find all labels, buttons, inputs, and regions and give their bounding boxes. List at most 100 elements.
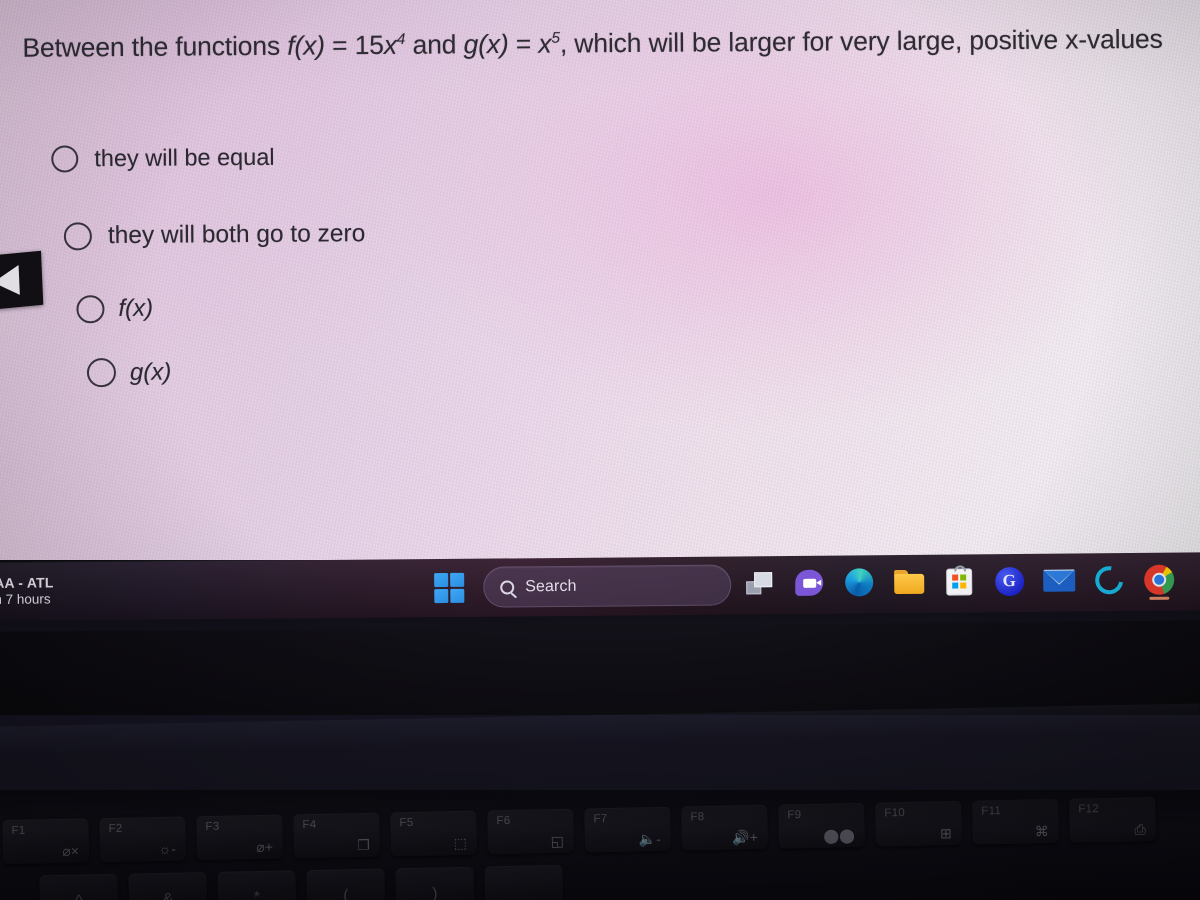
question-suffix: , which will be larger for very large, p… — [559, 23, 1163, 59]
radio-button-gx[interactable] — [86, 358, 117, 388]
key-label: F8 — [690, 811, 705, 824]
answer-option-they-will-be-equal[interactable]: they will be equal — [51, 143, 275, 173]
taskbar-item-file-explorer[interactable] — [892, 561, 926, 603]
function-g-name: g — [463, 29, 479, 60]
blue-badge-icon: G — [994, 566, 1024, 596]
key-glyph-icon: ☼- — [158, 840, 177, 858]
key-label: F11 — [981, 805, 1002, 818]
taskbar-item-mail[interactable] — [1042, 559, 1076, 601]
windows-taskbar: AA - ATL n 7 hours Search — [0, 552, 1200, 621]
laptop-display: Between the functions f(x) = 15x4 and g(… — [0, 0, 1200, 568]
mail-icon — [1043, 569, 1076, 592]
key-label: F10 — [884, 807, 906, 820]
start-tile-2 — [450, 572, 465, 587]
key-label: F6 — [496, 814, 511, 828]
function-g-arg: (x) — [478, 28, 509, 60]
search-placeholder-text: Search — [525, 577, 577, 595]
key-label: F1 — [11, 824, 26, 837]
key-f3[interactable]: F3 ⌀+ — [196, 814, 284, 861]
key-label: F12 — [1078, 803, 1100, 816]
start-button-icon[interactable] — [434, 572, 465, 604]
key-glyph-icon: ^ — [75, 893, 83, 900]
function-g-base: x — [538, 28, 552, 59]
key-f8[interactable]: F8 🔊+ — [681, 804, 769, 851]
taskbar-item-app-blue[interactable]: G — [992, 560, 1026, 602]
key-glyph-icon: ⌘ — [1034, 823, 1049, 840]
key-f4[interactable]: F4 ❐ — [293, 812, 381, 859]
ring-icon — [1089, 560, 1129, 600]
widget-subtitle: n 7 hours — [0, 591, 51, 607]
start-tile-1 — [434, 572, 448, 587]
previous-button[interactable] — [0, 250, 44, 312]
key-num-4[interactable]: ) — [395, 866, 475, 900]
radio-button-fx[interactable] — [76, 295, 105, 324]
key-f6[interactable]: F6 ◱ — [487, 808, 575, 855]
answer-option-gx[interactable]: g(x) — [86, 358, 172, 388]
edge-icon — [845, 568, 874, 597]
radio-button-they-will-be-equal[interactable] — [51, 145, 79, 173]
key-label: F9 — [787, 809, 802, 822]
key-glyph-icon: ⌀× — [62, 842, 80, 859]
key-glyph-icon: 🔊+ — [732, 828, 758, 846]
key-f5[interactable]: F5 ⬚ — [390, 810, 478, 857]
function-g-equals: = — [508, 28, 539, 59]
key-glyph-icon: ❐ — [357, 836, 371, 854]
key-glyph-icon: ⎙ — [1134, 821, 1146, 838]
taskbar-search-box[interactable]: Search — [483, 564, 732, 608]
taskbar-item-edge[interactable] — [842, 561, 876, 603]
answer-option-label: they will both go to zero — [107, 219, 366, 249]
key-glyph-icon: ( — [343, 887, 349, 900]
key-glyph-icon: ⌀+ — [256, 838, 274, 856]
key-num-1[interactable]: & — [128, 872, 208, 900]
taskbar-app-icons: G — [742, 559, 1176, 605]
key-glyph-icon: ⬚ — [453, 834, 468, 852]
answer-option-fx[interactable]: f(x) — [76, 295, 153, 324]
key-label: F3 — [205, 820, 220, 834]
taskbar-item-chrome[interactable] — [1142, 559, 1176, 601]
key-num-3[interactable]: ( — [306, 868, 386, 900]
taskbar-item-chat[interactable] — [792, 562, 826, 604]
chrome-icon — [1144, 564, 1175, 595]
answer-option-label: f(x) — [118, 294, 154, 323]
function-f-arg: (x) — [294, 30, 326, 61]
key-num-5[interactable] — [484, 864, 564, 900]
key-f7[interactable]: F7 🔈- — [584, 806, 672, 853]
key-f9[interactable]: F9 ⬤⬤ — [778, 802, 866, 849]
function-f-base: x — [383, 29, 398, 60]
key-f11[interactable]: F11 ⌘ — [972, 798, 1059, 845]
key-label: F4 — [302, 818, 317, 832]
question-prefix: Between the functions — [22, 30, 288, 63]
function-f-exponent: 4 — [396, 30, 406, 49]
taskbar-item-task-view[interactable] — [742, 562, 776, 604]
number-key-row: ^ & * () — [39, 864, 564, 900]
widget-title: AA - ATL — [0, 574, 54, 591]
key-glyph-icon: * — [253, 888, 261, 900]
chat-video-icon — [795, 569, 824, 596]
task-view-icon — [746, 572, 773, 595]
question-text: Between the functions f(x) = 15x4 and g(… — [22, 23, 1200, 64]
answer-option-they-will-both-go-to-zero[interactable]: they will both go to zero — [63, 219, 366, 251]
key-f2[interactable]: F2 ☼- — [99, 816, 187, 863]
start-tile-3 — [434, 589, 449, 604]
function-key-row: F1 ⌀× F2 ☼- F3 ⌀+ F4 ❐ F5 ⬚ F6 ◱ F7 🔈- F8 🔊+ F9 ⬤⬤ F10 ⊞ F11… — [2, 797, 1156, 865]
key-label: F7 — [593, 813, 608, 826]
key-glyph-icon: & — [162, 890, 174, 900]
taskbar-item-microsoft-store[interactable] — [942, 560, 976, 602]
radio-button-they-will-both-go-to-zero[interactable] — [63, 222, 92, 251]
key-glyph-icon: ) — [432, 885, 438, 900]
key-f1[interactable]: F1 ⌀× — [2, 818, 90, 865]
answer-option-label: they will be equal — [94, 143, 275, 171]
key-f12[interactable]: F12 ⎙ — [1069, 797, 1156, 843]
search-icon — [500, 579, 515, 595]
key-glyph-icon: ⊞ — [939, 825, 952, 842]
key-num-2[interactable]: * — [217, 870, 297, 900]
key-glyph-icon: ◱ — [550, 832, 565, 850]
active-app-indicator — [1149, 596, 1170, 600]
key-num-0[interactable]: ^ — [39, 873, 119, 900]
key-f10[interactable]: F10 ⊞ — [875, 800, 963, 847]
taskbar-flight-widget[interactable]: AA - ATL n 7 hours — [0, 574, 54, 608]
store-icon — [946, 564, 973, 596]
taskbar-item-ring-app[interactable] — [1089, 559, 1129, 601]
answer-option-label: g(x) — [129, 358, 172, 386]
key-label: F5 — [399, 816, 414, 830]
